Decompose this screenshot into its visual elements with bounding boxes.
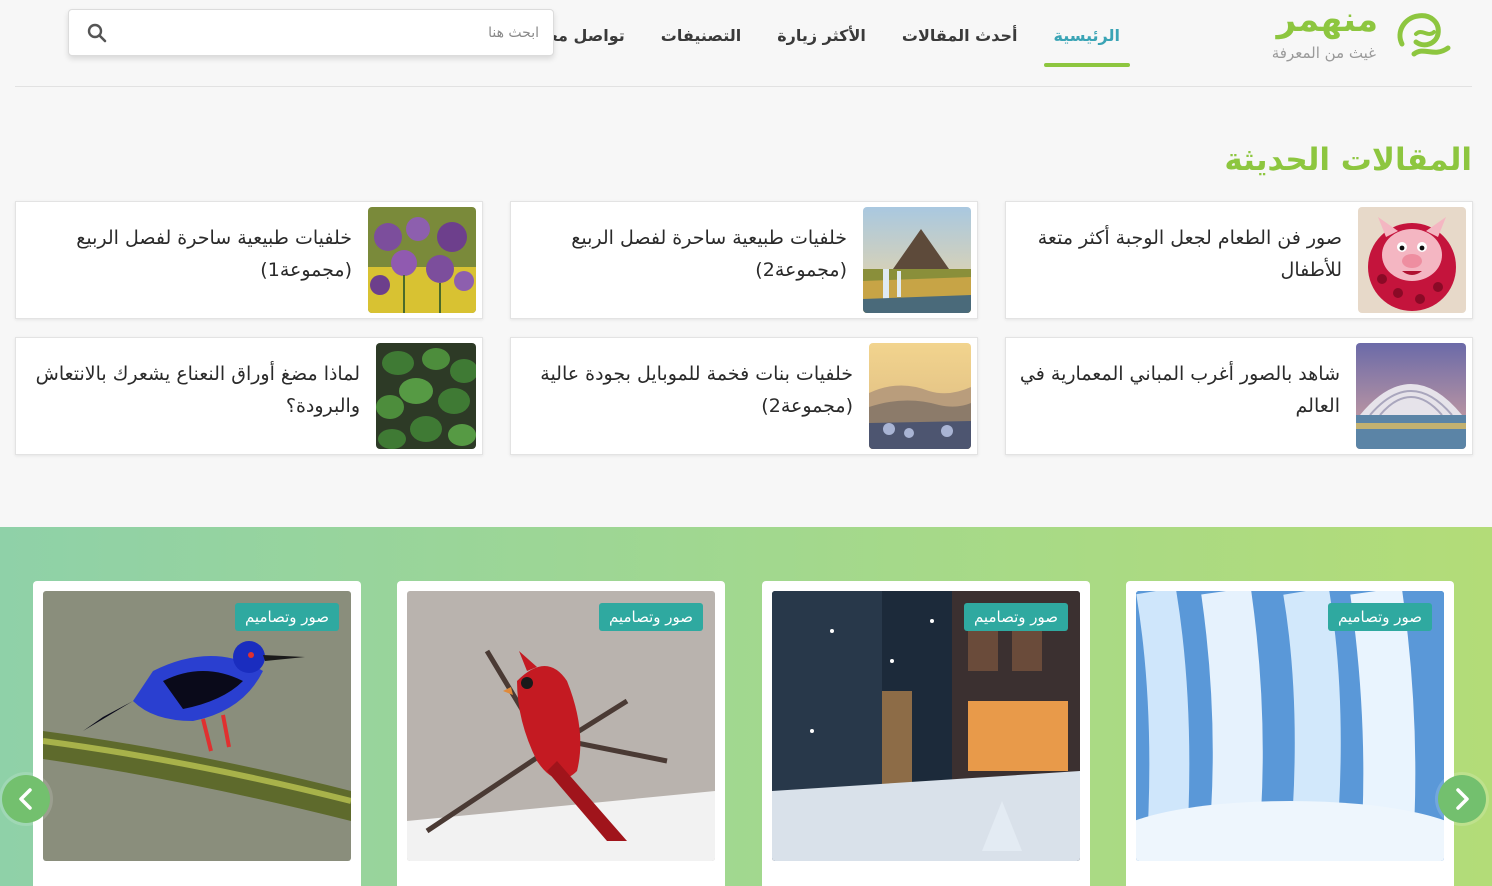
carousel-next-button[interactable] bbox=[1438, 775, 1486, 823]
category-badge[interactable]: صور وتصاميم bbox=[1327, 603, 1432, 631]
article-card[interactable]: خلفيات طبيعية ساحرة لفصل الربيع (مجموعة1… bbox=[15, 201, 483, 319]
carousel-slide[interactable]: صور وتصاميم bbox=[1126, 581, 1454, 886]
article-thumbnail bbox=[368, 207, 476, 313]
article-card[interactable]: لماذا مضغ أوراق النعناع يشعرك بالانتعاش … bbox=[15, 337, 483, 455]
article-title: خلفيات بنات فخمة للموبايل بجودة عالية (م… bbox=[540, 363, 853, 417]
logo-mark-icon bbox=[1397, 13, 1451, 57]
section-title-recent: المقالات الحديثة bbox=[1224, 142, 1472, 178]
category-badge[interactable]: صور وتصاميم bbox=[963, 603, 1068, 631]
article-card[interactable]: صور فن الطعام لجعل الوجبة أكثر متعة للأط… bbox=[1005, 201, 1473, 319]
futuristic-building-image bbox=[1356, 343, 1466, 449]
nav-item-home[interactable]: الرئيسية bbox=[1036, 22, 1139, 67]
article-thumbnail bbox=[869, 343, 971, 449]
article-title: لماذا مضغ أوراق النعناع يشعرك بالانتعاش … bbox=[35, 363, 360, 417]
search-input[interactable] bbox=[119, 10, 539, 55]
header-divider bbox=[15, 86, 1472, 87]
slide-image bbox=[407, 591, 715, 861]
article-title: شاهد بالصور أغرب المباني المعمارية في ال… bbox=[1019, 363, 1340, 417]
article-title: خلفيات طبيعية ساحرة لفصل الربيع (مجموعة1… bbox=[76, 227, 352, 281]
brand-name: منهمر bbox=[1276, 0, 1378, 40]
article-thumbnail bbox=[863, 207, 971, 313]
article-thumbnail bbox=[1356, 343, 1466, 449]
misty-hills-image bbox=[869, 343, 971, 449]
article-thumbnail bbox=[376, 343, 476, 449]
search-icon[interactable] bbox=[87, 23, 107, 43]
chevron-left-icon bbox=[19, 788, 32, 810]
blue-bird-image bbox=[43, 591, 351, 861]
slide-image bbox=[1136, 591, 1444, 861]
purple-flowers-image bbox=[368, 207, 476, 313]
carousel-slide[interactable]: صور وتصاميم bbox=[33, 581, 361, 886]
article-card[interactable]: شاهد بالصور أغرب المباني المعمارية في ال… bbox=[1005, 337, 1473, 455]
article-thumbnail bbox=[1358, 207, 1466, 313]
article-title: خلفيات طبيعية ساحرة لفصل الربيع (مجموعة2… bbox=[571, 227, 847, 281]
frozen-waterfall-image bbox=[1136, 591, 1444, 861]
category-badge[interactable]: صور وتصاميم bbox=[234, 603, 339, 631]
nav-item-most-visited[interactable]: الأكثر زيارة bbox=[759, 22, 884, 61]
main-nav: الرئيسية أحدث المقالات الأكثر زيارة التص… bbox=[518, 22, 1139, 67]
mint-leaves-image bbox=[376, 343, 476, 449]
carousel-prev-button[interactable] bbox=[2, 775, 50, 823]
food-art-image bbox=[1358, 207, 1466, 313]
carousel-slide[interactable]: صور وتصاميم bbox=[762, 581, 1090, 886]
site-header: منهمر غيث من المعرفة الرئيسية أحدث المقا… bbox=[0, 0, 1492, 88]
site-logo[interactable]: منهمر غيث من المعرفة bbox=[1236, 0, 1456, 66]
article-card[interactable]: خلفيات بنات فخمة للموبايل بجودة عالية (م… bbox=[510, 337, 978, 455]
brand-tagline: غيث من المعرفة bbox=[1271, 44, 1376, 62]
slide-image bbox=[43, 591, 351, 861]
category-badge[interactable]: صور وتصاميم bbox=[598, 603, 703, 631]
mountain-waterfall-image bbox=[863, 207, 971, 313]
slide-image bbox=[772, 591, 1080, 861]
snowy-street-image bbox=[772, 591, 1080, 861]
article-card[interactable]: خلفيات طبيعية ساحرة لفصل الربيع (مجموعة2… bbox=[510, 201, 978, 319]
red-cardinal-image bbox=[407, 591, 715, 861]
article-title: صور فن الطعام لجعل الوجبة أكثر متعة للأط… bbox=[1037, 227, 1342, 281]
carousel-slide[interactable]: صور وتصاميم bbox=[397, 581, 725, 886]
nav-item-latest[interactable]: أحدث المقالات bbox=[884, 22, 1036, 61]
nav-item-categories[interactable]: التصنيفات bbox=[643, 22, 759, 61]
featured-carousel: صور وتصاميم صور وتصاميم صور وتصاميم صور … bbox=[0, 527, 1492, 886]
chevron-right-icon bbox=[1456, 788, 1469, 810]
search-box bbox=[68, 9, 554, 56]
